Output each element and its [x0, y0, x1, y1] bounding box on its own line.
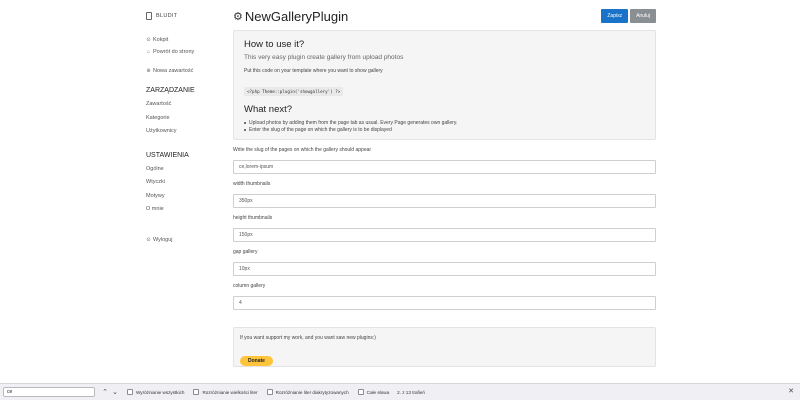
- width-field-label: width thumbnails: [233, 181, 271, 187]
- sidebar-item-label: Nowa zawartość: [153, 68, 194, 74]
- sidebar-item-about[interactable]: O mnie: [146, 206, 226, 220]
- sidebar-item-logout[interactable]: ⊙ Wyloguj: [146, 234, 226, 246]
- find-bar: ⌃ ⌄ Wyróżnianie wszystkich Rozróżnianie …: [0, 383, 800, 400]
- usage-info-box: How to use it? This very easy plugin cre…: [233, 30, 656, 140]
- gap-field-group: gap gallery: [233, 249, 656, 276]
- option-label: Wyróżnianie wszystkich: [136, 389, 185, 395]
- cancel-button[interactable]: Anuluj: [630, 9, 656, 23]
- sidebar-item-new-content[interactable]: ⊕ Nowa zawartość: [146, 65, 226, 77]
- save-button[interactable]: Zapisz: [601, 9, 629, 23]
- height-thumbnails-input[interactable]: [233, 228, 656, 242]
- sidebar-item-users[interactable]: Użytkownicy: [146, 128, 226, 142]
- support-box: If you want support my work, and you wan…: [233, 327, 656, 367]
- usage-instruction: Put this code on your template where you…: [244, 68, 383, 74]
- list-item: Upload photos by adding them from the pa…: [244, 119, 645, 126]
- sidebar-item-content[interactable]: Zawartość: [146, 101, 226, 115]
- manage-heading: ZARZĄDZANIE: [146, 87, 195, 94]
- highlight-all-option[interactable]: Wyróżnianie wszystkich: [127, 389, 184, 395]
- next-heading: What next?: [244, 104, 293, 115]
- column-field-group: column gallery: [233, 283, 656, 310]
- logout-icon: ⊙: [146, 236, 151, 243]
- template-code-snippet: <?php Theme::plugin('showgallery') ?>: [244, 87, 344, 96]
- brand[interactable]: BLUDIT: [146, 8, 226, 24]
- width-thumbnails-input[interactable]: [233, 194, 656, 208]
- width-field-group: width thumbnails: [233, 181, 656, 208]
- match-case-option[interactable]: Rozróżnianie wielkości liter: [193, 389, 258, 395]
- whole-words-option[interactable]: Całe słowa: [357, 389, 390, 395]
- donate-button[interactable]: Donate: [240, 356, 273, 366]
- page-title-text: NewGalleryPlugin: [244, 8, 349, 24]
- sidebar-item-themes[interactable]: Motywy: [146, 193, 226, 207]
- column-field-label: column gallery: [233, 283, 266, 289]
- settings-heading: USTAWIENIA: [146, 151, 189, 159]
- next-steps-list: Upload photos by adding them from the pa…: [244, 119, 645, 133]
- header-actions: Zapisz Anuluj: [601, 9, 656, 23]
- height-field-group: height thumbnails: [233, 215, 656, 242]
- brand-name: BLUDIT: [156, 13, 178, 19]
- slug-field-group: Write the slug of the pages on which the…: [233, 147, 656, 174]
- checkbox[interactable]: [357, 389, 364, 395]
- checkbox[interactable]: [127, 389, 133, 395]
- option-label: Rozróżnianie wielkości liter: [202, 389, 258, 395]
- usage-lead: This very easy plugin create gallery fro…: [244, 54, 404, 61]
- option-label: Rozróżnianie liter diakrytyzowanych: [275, 389, 349, 395]
- checkbox[interactable]: [193, 389, 200, 395]
- option-label: Całe słowa: [366, 389, 390, 395]
- sidebar-item-label: Wyloguj: [153, 236, 173, 243]
- page-title: ⚙ NewGalleryPlugin: [233, 9, 348, 24]
- gap-field-label: gap gallery: [233, 249, 258, 255]
- plus-circle-icon: ⊕: [146, 68, 151, 74]
- gap-gallery-input[interactable]: [233, 262, 656, 276]
- chevron-up-icon[interactable]: ⌃: [102, 388, 108, 396]
- gear-icon: ⚙: [233, 10, 243, 23]
- close-icon[interactable]: ✕: [788, 387, 794, 395]
- chevron-down-icon[interactable]: ⌄: [112, 388, 118, 396]
- usage-heading: How to use it?: [244, 39, 305, 50]
- bludit-logo-icon: [146, 12, 152, 20]
- support-text: If you want support my work, and you wan…: [240, 335, 376, 341]
- slug-field-label: Write the slug of the pages on which the…: [233, 147, 372, 153]
- slug-input[interactable]: [233, 160, 656, 174]
- checkbox[interactable]: [266, 389, 273, 395]
- sidebar-item-categories[interactable]: Kategorie: [146, 115, 226, 129]
- admin-page: BLUDIT ⊙ Kokpit ⌂ Powrót do strony ⊕ Now…: [0, 0, 800, 383]
- dashboard-icon: ⊙: [146, 37, 151, 43]
- sidebar: BLUDIT ⊙ Kokpit ⌂ Powrót do strony ⊕ Now…: [146, 8, 226, 246]
- column-gallery-input[interactable]: [233, 296, 656, 310]
- height-field-label: height thumbnails: [233, 215, 273, 221]
- sidebar-item-dashboard[interactable]: ⊙ Kokpit: [146, 34, 226, 46]
- main-content: ⚙ NewGalleryPlugin Zapisz Anuluj How to …: [233, 6, 656, 367]
- match-count: 2. z 13 trafień: [397, 389, 425, 395]
- match-diacritics-option[interactable]: Rozróżnianie liter diakrytyzowanych: [266, 389, 349, 395]
- sidebar-item-back-to-site[interactable]: ⌂ Powrót do strony: [146, 46, 226, 58]
- sidebar-item-general[interactable]: Ogólne: [146, 166, 226, 180]
- home-icon: ⌂: [146, 49, 151, 55]
- sidebar-item-label: Powrót do strony: [153, 49, 195, 55]
- page-header: ⚙ NewGalleryPlugin Zapisz Anuluj: [233, 6, 656, 26]
- sidebar-item-label: Kokpit: [153, 37, 169, 43]
- list-item: Enter the slug of the page on which the …: [244, 126, 645, 133]
- find-input[interactable]: [3, 387, 95, 397]
- sidebar-item-plugins[interactable]: Wtyczki: [146, 179, 226, 193]
